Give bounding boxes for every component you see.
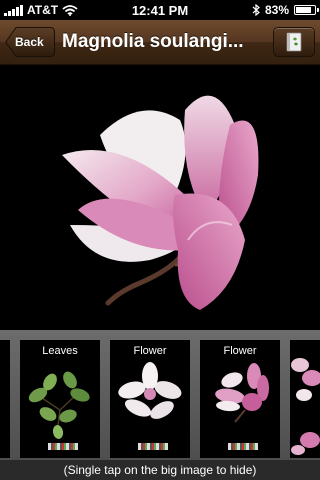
status-bar: AT&T 12:41 PM 83% — [0, 0, 320, 20]
hint-text: (Single tap on the big image to hide) — [0, 460, 320, 480]
partial-flower-photo — [291, 358, 320, 455]
battery-icon — [294, 5, 319, 15]
pink-flower-photo — [215, 363, 269, 423]
back-button[interactable]: Back — [5, 27, 55, 57]
white-flower-photo — [118, 362, 182, 419]
thumbnail-strip[interactable]: Leaves Flower Flower — [0, 330, 320, 460]
nav-bar: Back Magnolia soulangi... — [0, 20, 320, 65]
scale-ruler — [48, 443, 78, 450]
battery-percent: 83% — [264, 3, 289, 17]
page-title: Magnolia soulangi... — [62, 31, 244, 52]
thumbnail-leaves[interactable]: Leaves — [20, 340, 100, 458]
main-flower-image[interactable] — [0, 65, 320, 330]
thumbnail-flower-pink[interactable]: Flower — [200, 340, 280, 458]
scale-ruler — [228, 443, 258, 450]
thumbnail-item-partial[interactable]: Fl — [290, 340, 320, 458]
magnolia-flower-photo — [62, 95, 259, 310]
back-label: Back — [15, 35, 44, 49]
book-icon — [286, 32, 302, 52]
thumbnail-item[interactable] — [0, 340, 10, 458]
book-button[interactable] — [273, 27, 315, 57]
status-right: 83% — [252, 3, 319, 17]
thumbnail-flower-white[interactable]: Flower — [110, 340, 190, 458]
bluetooth-icon — [252, 4, 260, 16]
scale-ruler — [138, 443, 168, 450]
leaves-photo — [28, 371, 90, 439]
battery-fill — [296, 7, 311, 13]
